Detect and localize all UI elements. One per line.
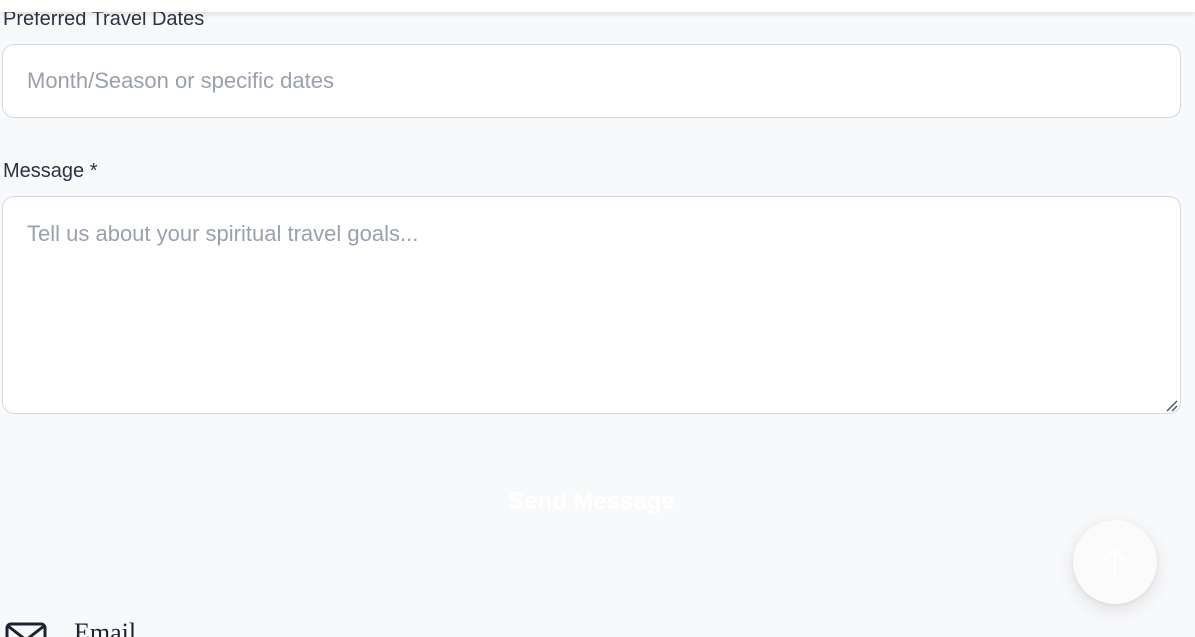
arrow-up-icon: [1103, 548, 1127, 576]
email-heading: Email: [74, 618, 137, 637]
back-to-top-button[interactable]: [1073, 520, 1157, 604]
send-message-button[interactable]: Send Message: [0, 476, 1183, 528]
mail-icon: [5, 622, 47, 637]
contact-email-row: Email: [0, 612, 300, 637]
message-label: Message *: [3, 160, 98, 182]
resize-handle-icon[interactable]: [1164, 398, 1178, 412]
message-textarea[interactable]: [2, 196, 1181, 414]
travel-dates-input[interactable]: [2, 44, 1181, 118]
header-bar-edge: [0, 0, 1195, 12]
contact-form-page: Preferred Travel Dates Message * Send Me…: [0, 0, 1195, 637]
